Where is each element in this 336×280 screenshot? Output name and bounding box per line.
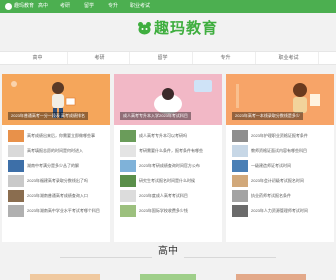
nav-item-postgrad[interactable]: 考研 [60, 2, 70, 11]
list-item[interactable]: 2023年护理职业资格证报考条件 [232, 130, 332, 144]
list-item[interactable]: 2023年湖南高中学业水平考试考哪个科目 [8, 205, 108, 219]
featured-banner-1[interactable]: 2023年普通高考一分一段表 高考成绩排名 [2, 74, 110, 125]
nav-item-study-abroad[interactable]: 留学 [84, 2, 94, 11]
article-thumbnail [8, 190, 24, 202]
list-item[interactable]: 研究生考试报名时间是什么时候 [120, 175, 220, 189]
list-item[interactable]: 成人高考专升本可以考研吗 [120, 130, 220, 144]
nav-item-vocational[interactable]: 职业考试 [130, 2, 150, 11]
list-item[interactable]: 考研需要什么条件，报考条件有哪些 [120, 145, 220, 159]
tab-high-school[interactable]: 高中 [8, 52, 68, 64]
news-column-2: 成人高考专升本入学2023年考试科目 成人高考专升本可以考研吗 考研需要什么条件… [114, 74, 222, 242]
article-thumbnail [120, 205, 136, 217]
section-title: 高中 [158, 246, 178, 257]
list-item[interactable]: 2023年人力资源管理师考试时间 [232, 205, 332, 219]
article-thumbnail [8, 130, 24, 142]
next-section-card[interactable] [140, 274, 196, 280]
tab-upgrade[interactable]: 专升 [196, 52, 256, 64]
banner-caption: 2023年高考一本线录取分数线是多少 [232, 112, 303, 120]
nav-brand-link[interactable]: 趣玛教育 [14, 2, 34, 11]
article-thumbnail [232, 205, 248, 217]
news-column-1: 2023年普通高考一分一段表 高考成绩排名 高考成绩出来后，你需要立即做哪些事 … [2, 74, 110, 242]
brand-header: 趣玛教育 [0, 13, 336, 51]
list-item[interactable]: 2023年国际学校收费多少钱 [120, 205, 220, 219]
next-section-card[interactable] [236, 274, 306, 280]
next-section-card[interactable] [30, 274, 100, 280]
list-item[interactable]: 高考成绩出来后，你需要立即做哪些事 [8, 130, 108, 144]
article-thumbnail [232, 190, 248, 202]
list-item[interactable]: 教师资格证面试内容有哪些科目 [232, 145, 332, 159]
article-thumbnail [232, 145, 248, 157]
top-nav-bar: 趣玛教育 高中 考研 留学 专升 职业考试 [0, 0, 336, 13]
list-item[interactable]: 湖南中考满分是多少丛了的解 [8, 160, 108, 174]
list-item[interactable]: 2023年湖南普通高考成绩查询入口 [8, 190, 108, 204]
tab-vocational[interactable]: 职业考试 [259, 52, 319, 64]
article-thumbnail [8, 145, 24, 157]
section-divider-right [184, 257, 276, 258]
article-thumbnail [232, 175, 248, 187]
banner-caption: 2023年普通高考一分一段表 高考成绩排名 [8, 112, 89, 120]
article-thumbnail [120, 190, 136, 202]
nav-item-high-school[interactable]: 高中 [38, 2, 48, 11]
article-thumbnail [232, 130, 248, 142]
featured-banner-2[interactable]: 成人高考专升本入学2023年考试科目 [114, 74, 222, 125]
brand-logo-text[interactable]: 趣玛教育 [154, 21, 218, 37]
article-thumbnail [120, 130, 136, 142]
list-item[interactable]: 一级建造师证考试时间 [232, 160, 332, 174]
list-item[interactable]: 2023年会计初级考试报名时间 [232, 175, 332, 189]
list-item[interactable]: 2023年度成人高考考试科目 [120, 190, 220, 204]
banner-caption: 成人高考专升本入学2023年考试科目 [120, 112, 191, 120]
featured-banner-3[interactable]: 2023年高考一本线录取分数线是多少 [226, 74, 334, 125]
mascot-logo-icon[interactable] [137, 21, 152, 35]
article-thumbnail [232, 160, 248, 172]
list-item[interactable]: 高考填报志愿的时间是何时进入 [8, 145, 108, 159]
site-logo-icon[interactable] [5, 3, 12, 10]
article-thumbnail [120, 145, 136, 157]
list-item[interactable]: 2023年福建高考录取分数线出了吗 [8, 175, 108, 189]
article-thumbnail [8, 205, 24, 217]
tab-postgrad[interactable]: 考研 [70, 52, 130, 64]
list-item[interactable]: 2023年考研成绩查询时间官方公布 [120, 160, 220, 174]
article-thumbnail [120, 175, 136, 187]
list-item[interactable]: 执业药师考试报名条件 [232, 190, 332, 204]
article-thumbnail [120, 160, 136, 172]
nav-item-upgrade[interactable]: 专升 [108, 2, 118, 11]
article-thumbnail [8, 175, 24, 187]
article-thumbnail [8, 160, 24, 172]
news-column-3: 2023年高考一本线录取分数线是多少 2023年护理职业资格证报考条件 教师资格… [226, 74, 334, 242]
tab-study-abroad[interactable]: 留学 [133, 52, 193, 64]
category-tabs: 高中 考研 留学 专升 职业考试 [0, 51, 336, 65]
